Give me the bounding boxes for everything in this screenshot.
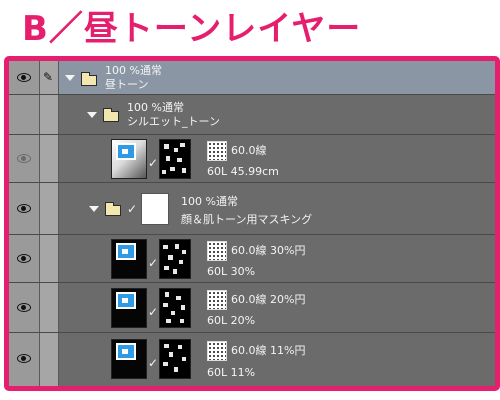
layer-row-folder2[interactable]: 100 %通常 シルエット_トーン bbox=[9, 95, 495, 135]
eye-icon[interactable] bbox=[17, 303, 31, 312]
tone-setting-label: 60.0線 bbox=[231, 144, 267, 157]
layer-blend-label: 100 %通常 bbox=[105, 64, 162, 77]
layer-row-body bbox=[59, 95, 495, 134]
tone-layer-badge-icon bbox=[116, 343, 136, 360]
layer-row-tone2[interactable]: ✓ 60.0線 30%円 60L 30% bbox=[9, 235, 495, 283]
tone-detail-label: 60L 45.99cm bbox=[207, 165, 279, 178]
tone-detail-label: 60L 11% bbox=[207, 366, 256, 379]
checkmark-icon: ✓ bbox=[127, 202, 138, 216]
expand-triangle-icon[interactable] bbox=[87, 112, 97, 118]
eye-icon[interactable] bbox=[17, 154, 31, 163]
tone-layer-badge-icon bbox=[116, 292, 136, 309]
layer-row-tone4[interactable]: ✓ 60.0線 11%円 60L 11% bbox=[9, 333, 495, 386]
tone-setting-label: 60.0線 11%円 bbox=[231, 344, 306, 357]
layer-mask-thumbnail bbox=[141, 193, 169, 225]
tone-setting-label: 60.0線 20%円 bbox=[231, 293, 306, 306]
tone-setting-label: 60.0線 30%円 bbox=[231, 244, 306, 257]
folder-icon bbox=[81, 72, 97, 86]
layer-blend-label: 100 %通常 bbox=[181, 195, 238, 208]
layer-mask-thumbnail bbox=[159, 239, 191, 279]
layer-row-folder1[interactable]: ✎ 100 %通常 昼トーン bbox=[9, 61, 495, 95]
tone-pattern-icon bbox=[207, 241, 227, 261]
layer-mask-thumbnail bbox=[159, 339, 191, 379]
eye-icon[interactable] bbox=[17, 204, 31, 213]
layer-mask-thumbnail bbox=[159, 139, 191, 179]
layer-name[interactable]: 昼トーン bbox=[105, 78, 148, 91]
layer-thumbnail bbox=[111, 239, 147, 279]
tone-pattern-icon bbox=[207, 341, 227, 361]
layer-row-tone3[interactable]: ✓ 60.0線 20%円 60L 20% bbox=[9, 283, 495, 333]
layer-row-folder3[interactable]: ✓ 100 %通常 顔＆肌トーン用マスキング bbox=[9, 183, 495, 235]
tone-pattern-icon bbox=[207, 290, 227, 310]
layer-name[interactable]: 顔＆肌トーン用マスキング bbox=[181, 213, 312, 226]
folder-icon bbox=[103, 108, 119, 122]
checkmark-icon: ✓ bbox=[148, 356, 159, 370]
tone-pattern-icon bbox=[207, 141, 227, 161]
checkmark-icon: ✓ bbox=[148, 256, 159, 270]
layer-panel: ✎ 100 %通常 昼トーン 100 %通常 シルエット_トーン ✓ 60.0線… bbox=[4, 56, 500, 391]
layer-name[interactable]: シルエット_トーン bbox=[127, 115, 220, 128]
eye-icon[interactable] bbox=[17, 73, 31, 82]
tone-detail-label: 60L 20% bbox=[207, 314, 256, 327]
eye-icon[interactable] bbox=[17, 254, 31, 263]
folder-icon bbox=[105, 202, 121, 216]
tone-detail-label: 60L 30% bbox=[207, 265, 256, 278]
layer-row-body bbox=[59, 183, 495, 234]
tone-layer-badge-icon bbox=[116, 243, 136, 260]
page-title: B／昼トーンレイヤー bbox=[22, 9, 362, 49]
layer-thumbnail bbox=[111, 139, 147, 179]
eye-icon[interactable] bbox=[17, 354, 31, 363]
tone-layer-badge-icon bbox=[116, 143, 136, 160]
checkmark-icon: ✓ bbox=[148, 305, 159, 319]
layer-thumbnail bbox=[111, 339, 147, 379]
layer-blend-label: 100 %通常 bbox=[127, 101, 184, 114]
expand-triangle-icon[interactable] bbox=[89, 206, 99, 212]
pencil-icon: ✎ bbox=[43, 70, 54, 84]
layer-row-tone1[interactable]: ✓ 60.0線 60L 45.99cm bbox=[9, 135, 495, 183]
layer-thumbnail bbox=[111, 288, 147, 328]
checkmark-icon: ✓ bbox=[148, 156, 159, 170]
layer-mask-thumbnail bbox=[159, 288, 191, 328]
expand-triangle-icon[interactable] bbox=[65, 75, 75, 81]
